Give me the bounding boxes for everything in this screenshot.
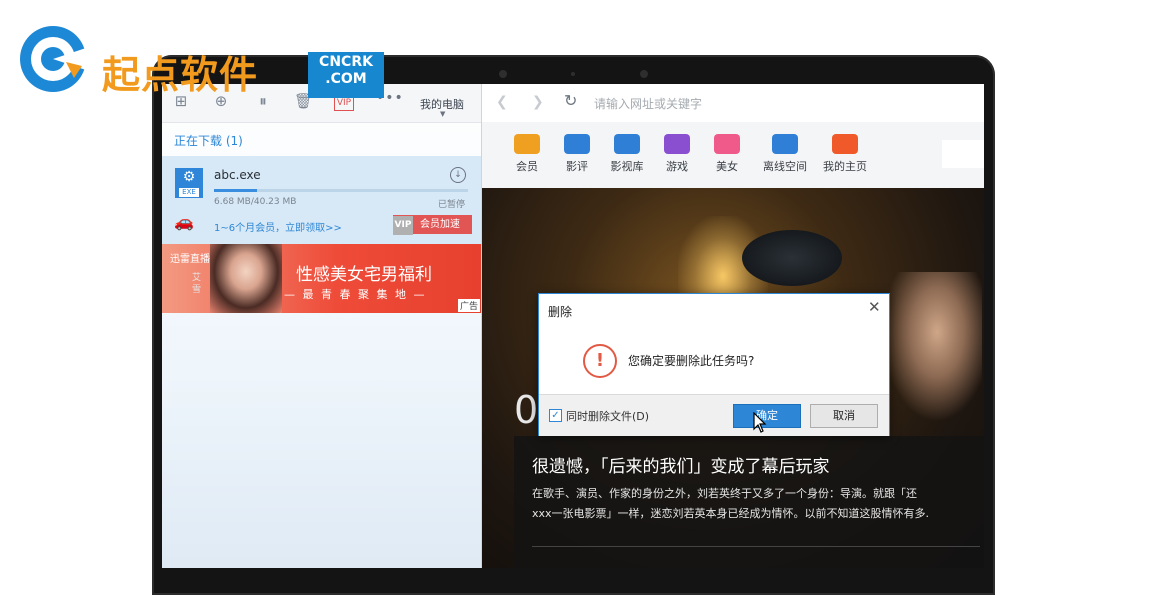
category-label: 离线空间 <box>763 160 807 173</box>
category-film-library[interactable]: 影视库 <box>602 134 652 174</box>
ad-title: 性感美女宅男福利 <box>296 265 432 285</box>
chevron-down-icon[interactable]: ▼ <box>440 110 445 118</box>
category-label: 游戏 <box>666 160 688 173</box>
cloud-icon <box>772 134 798 154</box>
download-manager-panel: ⊞ ⊕ ⏸ 🗑 VIP ••• 我的电脑 ▼ 正在下载 (1) ⚙ EXE ab… <box>162 84 482 568</box>
ad-brand: 迅雷直播 <box>170 254 210 265</box>
category-label: 美女 <box>716 160 738 173</box>
progress-fill <box>214 189 258 192</box>
home-icon <box>832 134 858 154</box>
camera-dot <box>640 70 648 78</box>
logo-badge-line1: CNCRK <box>319 54 373 70</box>
hero-caption[interactable]: 很遗憾，「后来的我们」变成了幕后玩家 在歌手、演员、作家的身份之外，刘若英终于又… <box>514 436 984 568</box>
logo-badge-line2: .COM <box>325 71 367 87</box>
close-icon[interactable]: ✕ <box>868 298 881 316</box>
caption-divider <box>532 546 980 547</box>
file-name: abc.exe <box>214 168 261 182</box>
game-icon <box>664 134 690 154</box>
ad-subtitle: — 最 青 春 聚 集 地 — <box>284 288 427 301</box>
resume-download-icon[interactable]: ↓ <box>450 167 466 183</box>
category-mask[interactable]: 美女 <box>702 134 752 174</box>
delete-files-label[interactable]: 同时删除文件(D) <box>566 408 649 424</box>
category-cloud[interactable]: 离线空间 <box>760 134 810 174</box>
file-type-label: EXE <box>178 187 200 198</box>
vip-badge: VIP <box>393 216 413 235</box>
confirm-button[interactable]: 确定 <box>733 404 801 428</box>
category-bar: 会员 影评 影视库 游戏 美女 离线空间 我的主页 <box>482 122 984 189</box>
logo-badge: CNCRK .COM <box>308 52 384 98</box>
ad-banner[interactable]: 迅雷直播 艾雪 性感美女宅男福利 — 最 青 春 聚 集 地 — 广告 <box>162 244 481 313</box>
search-box[interactable] <box>942 140 984 168</box>
category-review[interactable]: 影评 <box>552 134 602 174</box>
category-game[interactable]: 游戏 <box>652 134 702 174</box>
category-label: 我的主页 <box>823 160 867 173</box>
download-status: 已暂停 <box>438 200 466 210</box>
warning-icon: ! <box>583 344 617 378</box>
delete-files-checkbox[interactable]: ✓ <box>549 409 562 422</box>
gift-icon <box>514 134 540 154</box>
url-input[interactable] <box>592 92 976 116</box>
review-icon <box>564 134 590 154</box>
lamp-shape <box>742 230 842 286</box>
article-body: 在歌手、演员、作家的身份之外，刘若英终于又多了一个身份：导演。就跟「还 xxx一… <box>532 484 984 524</box>
article-body-line: xxx一张电影票」一样，迷恋刘若英本身已经成为情怀。以前不知道这股情怀有多. <box>532 507 930 520</box>
dialog-footer: ✓ 同时删除文件(D) 确定 取消 <box>539 394 889 436</box>
mouse-cursor-icon <box>753 412 767 433</box>
category-label: 影评 <box>566 160 588 173</box>
file-size-text: 6.68 MB/40.23 MB <box>214 197 297 207</box>
exe-file-icon: ⚙ EXE <box>175 168 203 198</box>
downloading-section-heading[interactable]: 正在下载 (1) <box>174 132 243 149</box>
delete-confirm-dialog: 删除 ✕ ! 您确定要删除此任务吗? ✓ 同时删除文件(D) 确定 取消 <box>538 293 890 436</box>
camera-dot <box>499 70 507 78</box>
cancel-button[interactable]: 取消 <box>810 404 878 428</box>
logo-brand-text: 起点软件 <box>102 53 259 97</box>
ad-person-image <box>210 244 282 313</box>
forward-icon[interactable]: ❯ <box>532 94 544 110</box>
logo-mark-icon <box>20 26 86 92</box>
category-label: 会员 <box>516 160 538 173</box>
download-progress-bar <box>214 189 468 192</box>
article-body-line: 在歌手、演员、作家的身份之外，刘若英终于又多了一个身份：导演。就跟「还 <box>532 487 917 500</box>
category-gift[interactable]: 会员 <box>502 134 552 174</box>
back-icon[interactable]: ❮ <box>496 94 508 110</box>
mask-icon <box>714 134 740 154</box>
dialog-title: 删除 <box>548 305 573 319</box>
member-accelerate-button[interactable]: VIP 会员加速 <box>393 215 472 235</box>
category-label: 影视库 <box>610 160 644 173</box>
reload-icon[interactable]: ↻ <box>564 91 577 110</box>
gear-icon: ⚙ <box>182 169 196 185</box>
ad-side-text: 艾雪 <box>192 273 202 295</box>
film-library-icon <box>614 134 640 154</box>
hero-person <box>882 272 982 422</box>
site-watermark-logo: 起点软件 CNCRK .COM <box>16 22 384 102</box>
address-bar: ❮ ❯ ↻ <box>482 84 984 123</box>
hero-number: 0 <box>514 388 539 432</box>
speedup-car-icon: 🚗 <box>174 212 194 231</box>
download-task-row[interactable]: ⚙ EXE abc.exe ↓ 6.68 MB/40.23 MB 已暂停 🚗 1… <box>162 156 481 244</box>
category-home[interactable]: 我的主页 <box>820 134 870 174</box>
camera-dot <box>571 72 575 76</box>
ad-tag: 广告 <box>457 299 480 312</box>
article-title[interactable]: 很遗憾，「后来的我们」变成了幕后玩家 <box>532 452 830 477</box>
membership-promo-link[interactable]: 1~6个月会员，立即领取>> <box>214 219 342 234</box>
accelerate-label: 会员加速 <box>420 219 460 230</box>
dialog-message: 您确定要删除此任务吗? <box>628 354 755 368</box>
